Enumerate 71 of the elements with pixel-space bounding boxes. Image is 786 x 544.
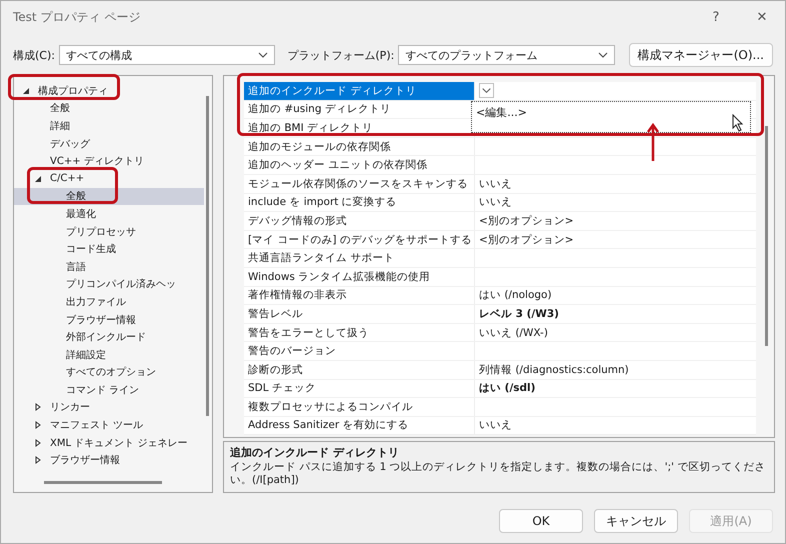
property-name[interactable]: 診断の形式 bbox=[244, 362, 474, 377]
property-name[interactable]: 複数プロセッサによるコンパイル bbox=[244, 400, 474, 414]
property-name[interactable]: 追加のヘッダー ユニットの依存関係 bbox=[244, 158, 474, 172]
description-title: 追加のインクルード ディレクトリ bbox=[230, 445, 400, 460]
tree-item[interactable]: 最適化 bbox=[66, 206, 96, 221]
tree-item[interactable]: プリコンパイル済みヘッ bbox=[66, 277, 176, 292]
chevron-down-icon bbox=[258, 52, 268, 58]
description-text: インクルード パスに追加する 1 つ以上のディレクトリを指定します。複数の場合には、';' で区切ってください。(/I[path]) bbox=[230, 461, 766, 487]
property-value[interactable]: いいえ bbox=[474, 174, 756, 193]
scrollbar-thumb[interactable] bbox=[765, 126, 768, 346]
dropdown-option[interactable]: <編集...> bbox=[476, 106, 527, 119]
config-dropdown[interactable]: すべての構成 bbox=[58, 45, 276, 65]
tree-item[interactable]: XML ドキュメント ジェネレー bbox=[50, 436, 188, 450]
configuration-manager-button[interactable]: 構成マネージャー(O)... bbox=[628, 43, 773, 67]
property-value[interactable]: 列情報 (/diagnostics:column) bbox=[474, 360, 756, 378]
property-value[interactable]: いいえ (/WX-) bbox=[474, 324, 756, 342]
up-arrow-icon bbox=[647, 122, 659, 162]
property-name[interactable]: [マイ コードのみ] のデバッグをサポートする bbox=[244, 232, 474, 247]
scrollbar-thumb[interactable] bbox=[44, 481, 162, 484]
property-value[interactable]: はい (/sdl) bbox=[474, 380, 756, 398]
tree-item[interactable]: 全般 bbox=[66, 189, 86, 204]
tree-item[interactable]: 外部インクルード bbox=[66, 330, 146, 344]
tree-item[interactable]: ブラウザー情報 bbox=[66, 312, 136, 327]
tree-item[interactable]: 構成プロパティ bbox=[38, 84, 108, 98]
property-name[interactable]: Address Sanitizer を有効にする bbox=[244, 418, 474, 432]
tree-item[interactable]: マニフェスト ツール bbox=[50, 418, 144, 432]
tree-item[interactable]: 詳細設定 bbox=[66, 348, 106, 362]
tree-item[interactable]: デバッグ bbox=[50, 136, 90, 151]
property-value[interactable]: <別のオプション> bbox=[474, 230, 756, 248]
tree-item[interactable]: コマンド ライン bbox=[66, 382, 140, 397]
property-name[interactable]: 警告をエラーとして扱う bbox=[244, 326, 474, 340]
tree-item[interactable]: 言語 bbox=[66, 260, 86, 274]
property-name[interactable]: モジュール依存関係のソースをスキャンする bbox=[244, 176, 474, 191]
dialog-button[interactable]: OK bbox=[499, 509, 583, 533]
tree-item[interactable]: C/C++ bbox=[50, 173, 84, 184]
property-value[interactable]: レベル 3 (/W3) bbox=[474, 305, 756, 323]
chevron-down-icon bbox=[598, 52, 608, 58]
property-name[interactable]: 追加の #using ディレクトリ bbox=[244, 102, 474, 116]
platform-dropdown[interactable]: すべてのプラットフォーム bbox=[398, 45, 615, 65]
tree-item[interactable]: 詳細 bbox=[50, 118, 70, 133]
dialog-button[interactable]: キャンセル bbox=[594, 509, 678, 533]
tree-item[interactable]: 全般 bbox=[50, 101, 70, 116]
property-name[interactable]: 警告レベル bbox=[244, 306, 474, 321]
tree-item[interactable]: ブラウザー情報 bbox=[50, 453, 120, 468]
property-name[interactable]: 追加のインクルード ディレクトリ bbox=[244, 82, 474, 100]
property-name[interactable]: SDL チェック bbox=[244, 381, 474, 396]
tree-item[interactable]: コード生成 bbox=[66, 242, 116, 256]
property-name[interactable]: 追加のモジュールの依存関係 bbox=[244, 140, 474, 154]
config-label: 構成(C): bbox=[13, 48, 55, 62]
close-button[interactable]: ✕ bbox=[739, 1, 785, 33]
tree-item[interactable]: VC++ ディレクトリ bbox=[50, 154, 144, 168]
scrollbar-thumb[interactable] bbox=[206, 96, 209, 416]
tree-item[interactable]: 出力ファイル bbox=[66, 294, 126, 309]
property-name[interactable]: 共通言語ランタイム サポート bbox=[244, 251, 474, 266]
property-value[interactable]: いいえ bbox=[474, 416, 756, 434]
property-value[interactable]: <別のオプション> bbox=[474, 212, 756, 230]
expanded-triangle-icon[interactable] bbox=[22, 86, 32, 95]
tree-item[interactable]: プリプロセッサ bbox=[66, 224, 136, 239]
window-title: Test プロパティ ページ bbox=[13, 8, 140, 26]
property-name[interactable]: デバッグ情報の形式 bbox=[244, 214, 474, 228]
property-value[interactable]: いいえ bbox=[474, 194, 756, 212]
property-name[interactable]: 警告のバージョン bbox=[244, 344, 474, 358]
property-name[interactable]: 著作権情報の非表示 bbox=[244, 288, 474, 302]
tree-item[interactable]: すべてのオプション bbox=[66, 365, 156, 380]
help-button[interactable]: ? bbox=[693, 1, 739, 33]
property-value[interactable]: はい (/nologo) bbox=[474, 286, 756, 304]
expanded-triangle-icon[interactable] bbox=[34, 174, 44, 183]
property-name[interactable]: include を import に変換する bbox=[244, 195, 474, 210]
platform-label: プラットフォーム(P): bbox=[287, 48, 394, 62]
tree-item[interactable]: リンカー bbox=[50, 400, 90, 414]
property-name[interactable]: Windows ランタイム拡張機能の使用 bbox=[244, 270, 474, 284]
